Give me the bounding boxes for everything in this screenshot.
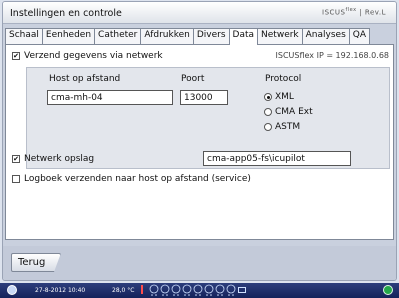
protocol-xml-radio[interactable]: XML [264,92,294,102]
log-checkbox[interactable] [12,175,20,183]
tab-schaal[interactable]: Schaal [5,28,43,44]
tab-analyses[interactable]: Analyses [301,28,350,44]
ip-info: ISCUSflex IP = 192.168.0.68 [275,51,389,60]
protocol-cma-ext-radio[interactable]: CMA Ext [264,107,313,117]
tab-data[interactable]: Data [228,28,259,45]
pump-status-icons [149,284,236,296]
device-icon [238,287,246,293]
log-row[interactable]: Logboek verzenden naar host op afstand (… [12,174,251,184]
protocol-astm-radio[interactable]: ASTM [264,122,300,132]
settings-window: Instellingen en controle ISCUSflex | Rev… [2,1,397,281]
back-button[interactable]: Terug [11,253,61,272]
tab-netwerk[interactable]: Netwerk [257,28,303,44]
port-input[interactable]: 13000 [180,90,228,105]
send-data-row[interactable]: ✔ Verzend gegevens via netwerk [12,51,163,61]
brand-logo: ISCUSflex | Rev.L [322,7,386,17]
network-icon[interactable] [383,285,393,295]
network-storage-row[interactable]: ✔ Netwerk opslag [12,154,94,164]
network-storage-input[interactable]: cma-app05-fs\icupilot [203,151,351,166]
host-label: Host op afstand [49,74,121,84]
tab-qa[interactable]: QA [348,28,371,44]
log-label: Logboek verzenden naar host op afstand (… [24,174,251,184]
send-data-checkbox[interactable]: ✔ [12,52,20,60]
port-label: Poort [181,74,205,84]
temperature: 28,0 °C [112,287,135,294]
data-settings-panel: ✔ Verzend gegevens via netwerk ISCUSflex… [5,44,394,240]
window-title: Instellingen en controle [10,8,122,19]
title-bar: Instellingen en controle ISCUSflex | Rev… [3,2,396,24]
power-icon[interactable] [7,285,17,295]
radio-selected-icon [264,93,272,101]
tab-eenheden[interactable]: Eenheden [41,28,96,44]
send-data-label: Verzend gegevens via netwerk [24,51,163,61]
tab-catheter[interactable]: Catheter [94,28,142,44]
tab-bar: Schaal Eenheden Catheter Afdrukken Diver… [3,28,396,45]
tab-divers[interactable]: Divers [192,28,230,44]
status-bar: 27-8-2012 10:40 28,0 °C [0,283,399,298]
radio-icon [264,123,272,131]
footer-bar: Terug [3,246,396,280]
network-storage-label: Netwerk opslag [24,154,95,164]
radio-icon [264,108,272,116]
thermometer-icon [141,285,143,294]
host-input[interactable]: cma-mh-04 [47,90,173,105]
protocol-label: Protocol [265,74,302,84]
datetime: 27-8-2012 10:40 [35,287,86,294]
network-storage-checkbox[interactable]: ✔ [12,155,20,163]
tab-afdrukken[interactable]: Afdrukken [140,28,194,44]
